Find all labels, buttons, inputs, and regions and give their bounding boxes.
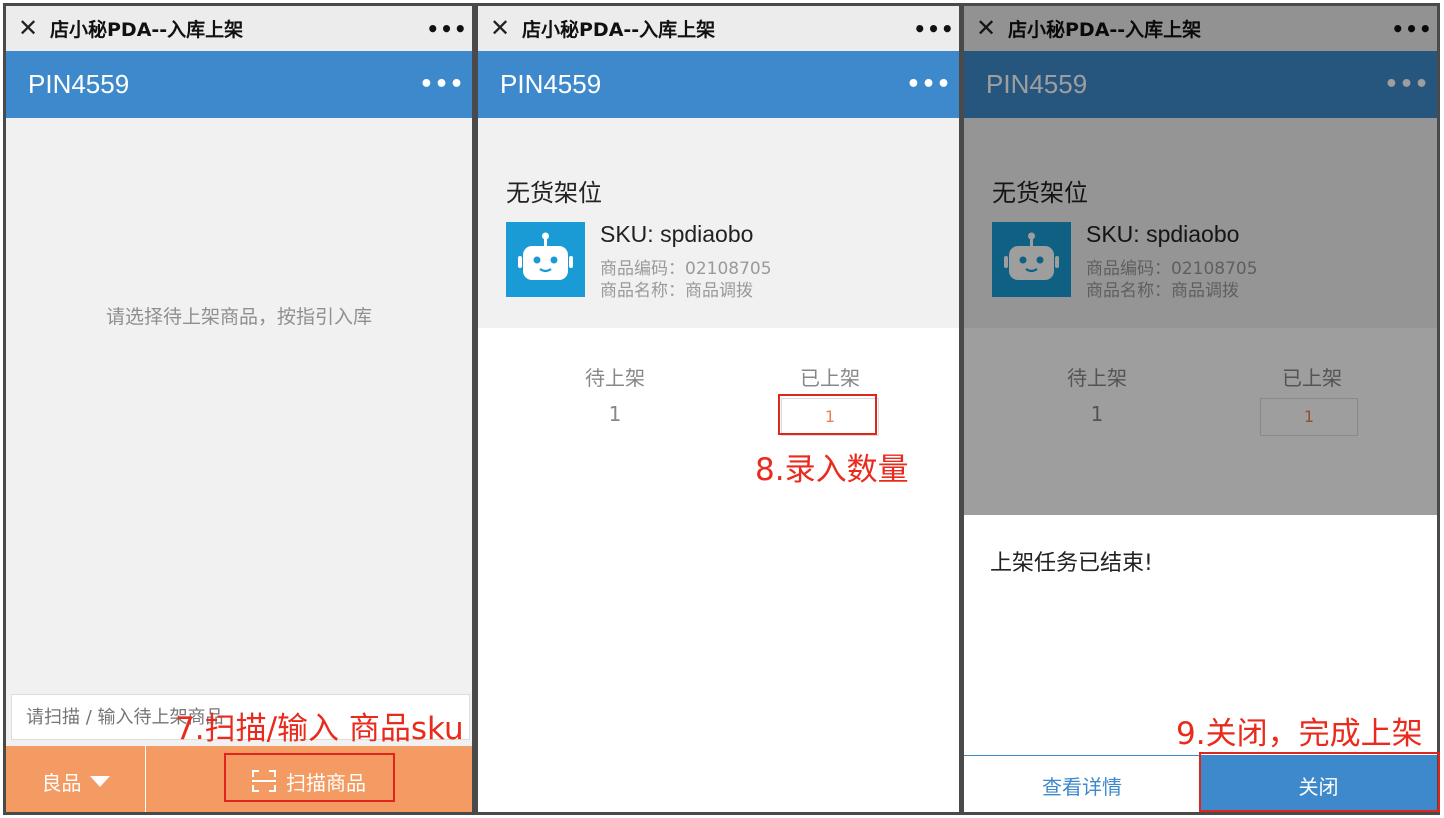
sku-text: SKU: spdiaobo (600, 221, 754, 247)
quantity-section: 待上架 1 已上架 1 (478, 328, 959, 812)
view-details-button[interactable]: 查看详情 (964, 756, 1200, 812)
annotation-box-quantity (778, 394, 877, 435)
more-dots-icon[interactable]: ••• (909, 17, 959, 41)
empty-hint: 请选择待上架商品，按指引入库 (105, 306, 372, 328)
pending-value: 1 (608, 402, 622, 426)
header-title: PIN4559 (28, 69, 130, 99)
robot-icon (506, 222, 585, 297)
shelved-label: 已上架 (800, 366, 860, 390)
close-icon[interactable]: ✕ (6, 6, 50, 51)
dialog-message: 上架任务已结束! (990, 551, 1153, 576)
shelf-title: 无货架位 (506, 179, 602, 207)
more-dots-icon[interactable]: ••• (422, 17, 472, 41)
window-title: 店小秘PDA--入库上架 (50, 19, 244, 41)
screen-enter-quantity: ✕ 店小秘PDA--入库上架 ••• PIN4559 ••• 无货架位 SKU:… (475, 3, 962, 815)
window-title: 店小秘PDA--入库上架 (522, 19, 716, 41)
close-icon[interactable]: ✕ (478, 6, 522, 51)
screen-scan: ✕ 店小秘PDA--入库上架 ••• PIN4559 ••• 请选择待上架商品，… (3, 3, 475, 815)
header-more-icon[interactable]: ••• (412, 72, 472, 97)
screen-complete: ✕ 店小秘PDA--入库上架 ••• PIN4559 ••• 无货架位 SKU:… (961, 3, 1440, 815)
annotation-step-8: 8.录入数量 (755, 452, 909, 488)
annotation-step-7: 7.扫描/输入 商品sku (175, 711, 464, 747)
quality-dropdown[interactable]: 良品 (6, 746, 146, 812)
annotation-step-9: 9.关闭，完成上架 (1176, 716, 1423, 752)
modal-overlay (964, 6, 1437, 515)
quality-label: 良品 (41, 770, 82, 795)
product-info: 无货架位 SKU: spdiaobo 商品编码：02108705 商品名称：商品… (478, 118, 959, 328)
header-title: PIN4559 (500, 69, 602, 99)
window-titlebar: ✕ 店小秘PDA--入库上架 ••• (6, 6, 472, 51)
annotation-box-scan (224, 753, 395, 802)
pending-label: 待上架 (585, 366, 645, 390)
header-more-icon[interactable]: ••• (899, 72, 959, 97)
app-header: PIN4559 ••• (6, 51, 472, 118)
app-header: PIN4559 ••• (478, 51, 959, 118)
window-titlebar: ✕ 店小秘PDA--入库上架 ••• (478, 6, 959, 51)
annotation-box-close (1199, 752, 1440, 812)
product-name: 商品名称：商品调拨 (600, 281, 753, 301)
caret-down-icon (89, 775, 110, 787)
